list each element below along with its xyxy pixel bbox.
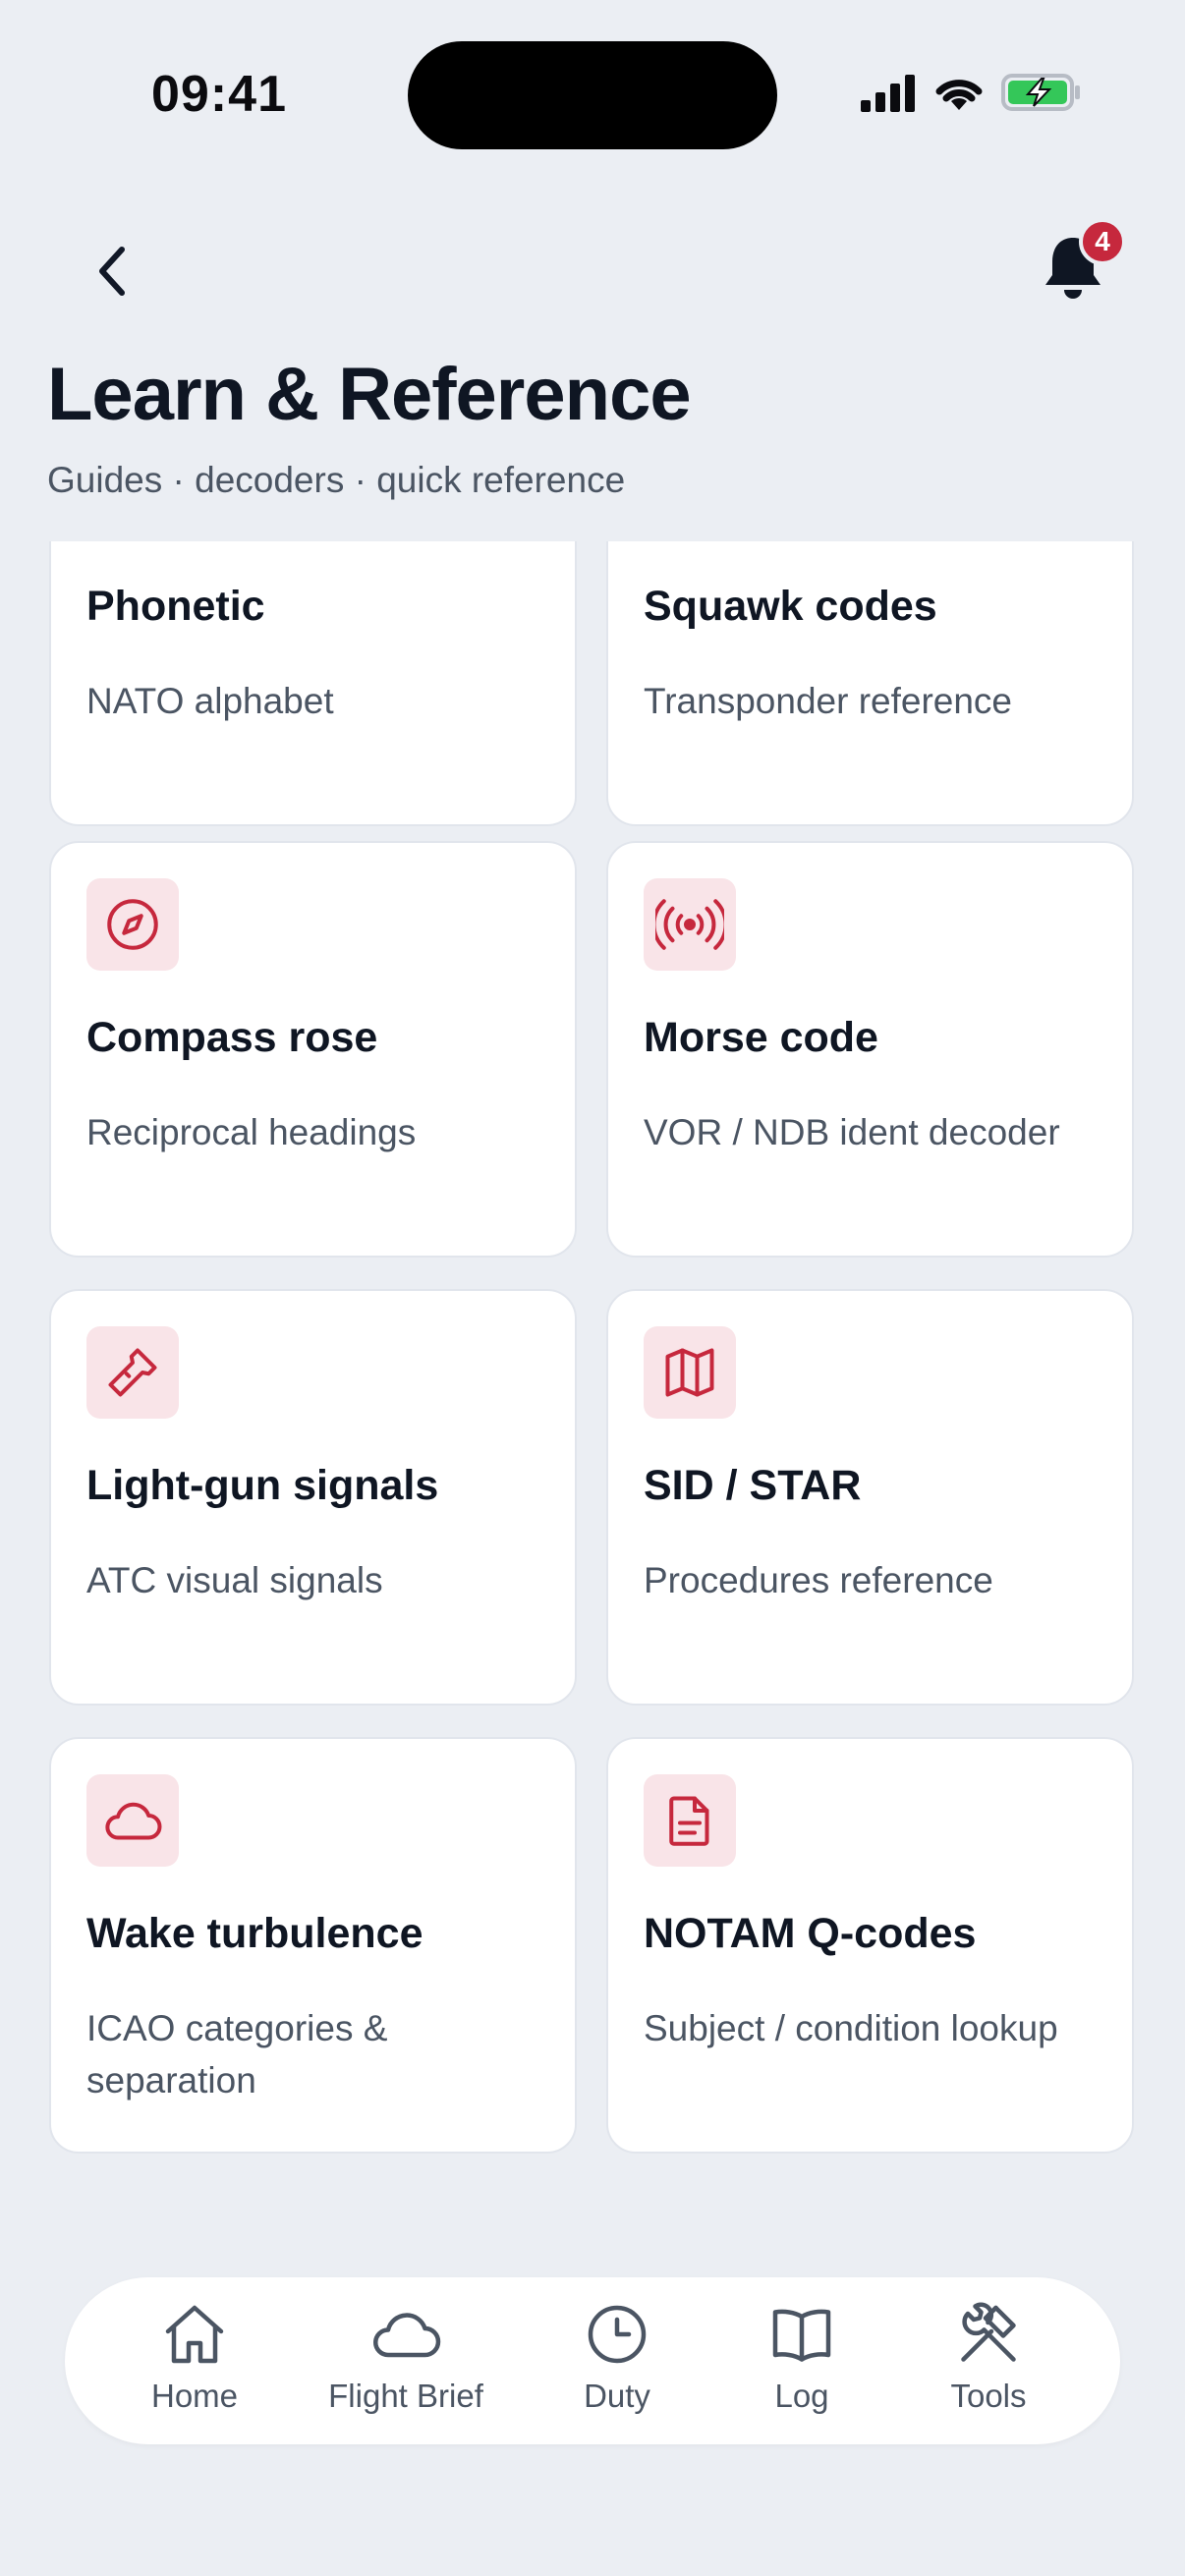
status-bar: 09:41 — [0, 0, 1185, 187]
wifi-icon — [935, 80, 983, 110]
card-morse-code[interactable]: Morse code VOR / NDB ident decoder — [606, 841, 1134, 1258]
battery-charging-icon — [1001, 74, 1080, 111]
bottom-nav: Home Flight Brief Duty Log Tools — [65, 2277, 1120, 2444]
nav-log[interactable]: Log — [704, 2299, 900, 2427]
card-wake-turbulence[interactable]: Wake turbulence ICAO categories & separa… — [49, 1737, 577, 2154]
card-icon-tile — [86, 1326, 179, 1419]
card-description: ATC visual signals — [86, 1560, 383, 1600]
card-icon-tile — [644, 878, 736, 971]
card-title: NOTAM Q-codes — [644, 1910, 977, 1957]
card-title: SID / STAR — [644, 1462, 862, 1509]
page-title: Learn & Reference — [47, 353, 692, 436]
broadcast-icon — [655, 899, 724, 950]
card-icon-tile — [644, 1774, 736, 1867]
nav-label: Tools — [950, 2378, 1027, 2414]
nav-flight-brief[interactable]: Flight Brief — [308, 2299, 504, 2427]
nav-home[interactable]: Home — [96, 2299, 293, 2427]
card-title: Squawk codes — [644, 583, 937, 630]
card-description: VOR / NDB ident decoder — [644, 1112, 1060, 1152]
cloud-icon — [105, 1802, 162, 1840]
tools-icon — [961, 2302, 1016, 2362]
card-icon-tile — [644, 1326, 736, 1419]
document-icon — [669, 1796, 709, 1846]
card-squawk-codes[interactable]: Squawk codes Transponder reference — [606, 541, 1134, 826]
flashlight-icon — [108, 1348, 157, 1397]
card-icon-tile — [86, 878, 179, 971]
card-title: Wake turbulence — [86, 1910, 423, 1957]
nav-duty[interactable]: Duty — [519, 2299, 715, 2427]
card-description: ICAO categories & separation — [86, 2008, 388, 2100]
map-icon — [665, 1348, 714, 1397]
card-title: Morse code — [644, 1014, 878, 1061]
card-description: Procedures reference — [644, 1560, 993, 1600]
card-compass-rose[interactable]: Compass rose Reciprocal headings — [49, 841, 577, 1258]
card-phonetic[interactable]: Phonetic NATO alphabet — [49, 541, 577, 826]
status-time: 09:41 — [151, 66, 287, 123]
card-description: Reciprocal headings — [86, 1112, 417, 1152]
book-icon — [772, 2309, 831, 2362]
card-title: Light-gun signals — [86, 1462, 439, 1509]
card-notam-q-codes[interactable]: NOTAM Q-codes Subject / condition lookup — [606, 1737, 1134, 2154]
home-icon — [165, 2305, 224, 2364]
nav-label: Duty — [584, 2378, 650, 2414]
notification-badge: 4 — [1079, 218, 1126, 265]
back-button[interactable] — [77, 236, 147, 307]
reference-grid[interactable]: Phonetic NATO alphabet Squawk codes Tran… — [0, 541, 1185, 2263]
card-sid-star[interactable]: SID / STAR Procedures reference — [606, 1289, 1134, 1706]
card-description: Subject / condition lookup — [644, 2008, 1058, 2048]
nav-label: Home — [150, 2378, 239, 2414]
clock-icon — [588, 2305, 647, 2364]
cloud-icon — [373, 2313, 441, 2358]
card-title: Compass rose — [86, 1014, 378, 1061]
card-title: Phonetic — [86, 583, 265, 630]
card-light-gun-signals[interactable]: Light-gun signals ATC visual signals — [49, 1289, 577, 1706]
card-icon-tile — [86, 1774, 179, 1867]
nav-tools[interactable]: Tools — [890, 2299, 1087, 2427]
dynamic-island — [408, 41, 777, 149]
status-icons — [859, 73, 1083, 112]
nav-label: Log — [774, 2378, 829, 2414]
compass-icon — [107, 899, 158, 950]
nav-label: Flight Brief — [328, 2378, 483, 2414]
signal-icon — [861, 75, 915, 112]
card-description: NATO alphabet — [86, 681, 334, 721]
card-description: Transponder reference — [644, 681, 1013, 721]
page-subtitle: Guides · decoders · quick reference — [47, 460, 626, 500]
chevron-left-icon — [99, 247, 125, 296]
